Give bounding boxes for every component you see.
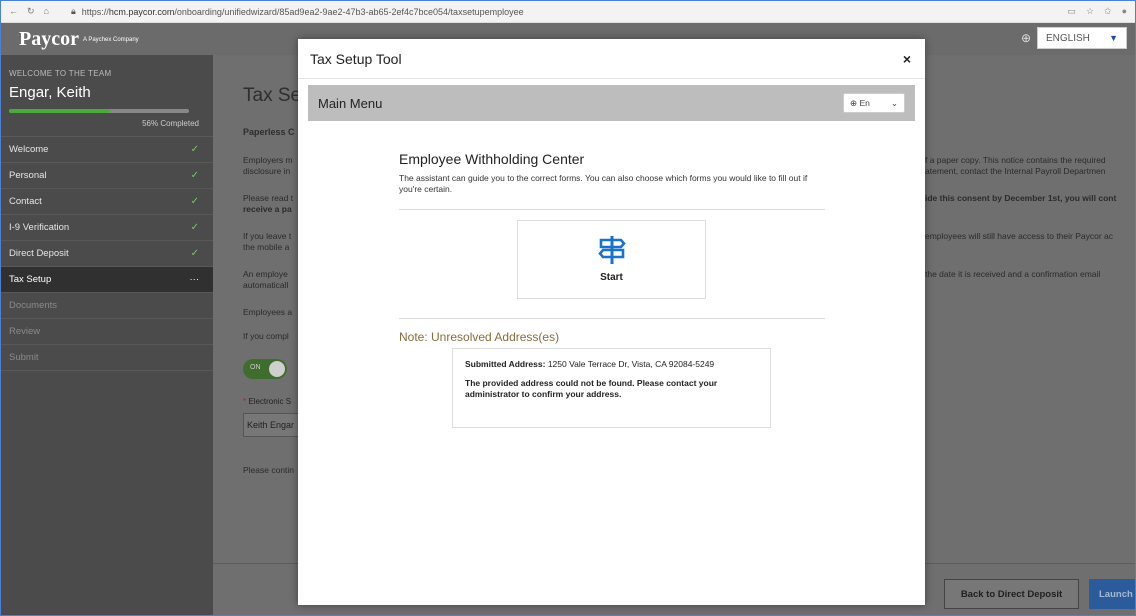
- caret-down-icon: ▼: [1109, 33, 1118, 43]
- welcome-label: WELCOME TO THE TEAM: [9, 69, 112, 78]
- divider: [399, 209, 825, 210]
- address-bar[interactable]: 🔒︎ https://hcm.paycor.com/onboarding/uni…: [71, 6, 524, 17]
- esig-label: * Electronic S: [243, 397, 292, 406]
- start-label: Start: [600, 272, 623, 283]
- checkmark-icon: ✓: [190, 170, 199, 181]
- sidebar-item-direct-deposit[interactable]: Direct Deposit ✓: [1, 241, 213, 267]
- start-button[interactable]: Start: [517, 220, 706, 299]
- unresolved-address-note: Note: Unresolved Address(es): [399, 330, 560, 344]
- lock-icon: 🔒︎: [71, 6, 76, 16]
- sidebar-item-submit[interactable]: Submit: [1, 345, 213, 371]
- paragraph-4: An employe automaticall: [243, 269, 289, 290]
- sidebar-item-i-9-verification[interactable]: I-9 Verification ✓: [1, 215, 213, 241]
- globe-icon: ⊕: [850, 97, 858, 108]
- progress-label: 56% Completed: [142, 119, 199, 128]
- language-value: ENGLISH: [1046, 32, 1090, 44]
- checkmark-icon: ✓: [190, 144, 199, 155]
- browser-bar: ← ↻ ⌂ 🔒︎ https://hcm.paycor.com/onboardi…: [1, 1, 1135, 23]
- paycor-logo: Paycor A Paychex Company: [19, 27, 139, 50]
- employee-name: Engar, Keith: [9, 84, 91, 101]
- chevron-down-icon: ⌄: [890, 97, 898, 108]
- back-to-direct-deposit-button[interactable]: Back to Direct Deposit: [944, 579, 1079, 609]
- sidebar-item-label: I-9 Verification: [9, 222, 70, 233]
- sidebar-item-contact[interactable]: Contact ✓: [1, 189, 213, 215]
- divider: [399, 318, 825, 319]
- screen: ← ↻ ⌂ 🔒︎ https://hcm.paycor.com/onboardi…: [0, 0, 1136, 616]
- paragraph-2-right: ide this consent by December 1st, you wi…: [925, 193, 1117, 203]
- modal-header: Tax Setup Tool ×: [298, 39, 925, 79]
- sidebar-item-label: Review: [9, 326, 41, 337]
- section-heading: Paperless C: [243, 127, 295, 137]
- withholding-center-title: Employee Withholding Center: [399, 151, 585, 167]
- paragraph-5: Employees a: [243, 307, 293, 317]
- profile-icon[interactable]: ●: [1122, 6, 1127, 17]
- step-menu: Welcome ✓ Personal ✓ Contact ✓ I-9 Verificatio…: [1, 136, 213, 371]
- paragraph-3-right: employees will still have access to thei…: [925, 231, 1114, 241]
- address-card: Submitted Address: 1250 Vale Terrace Dr,…: [452, 348, 771, 428]
- main-menu-title: Main Menu: [318, 95, 383, 111]
- browser-actions: ▭ ☆ ✩ ●: [1067, 6, 1135, 17]
- more-icon: ···: [189, 274, 200, 285]
- checkmark-icon: ✓: [190, 222, 199, 233]
- toggle-label: ON: [250, 364, 261, 371]
- paragraph-3: If you leave t the mobile a: [243, 231, 292, 252]
- sidebar-item-label: Tax Setup: [9, 274, 52, 285]
- progress-fill: [9, 109, 110, 113]
- modal-language-value: En: [859, 97, 870, 108]
- reload-icon[interactable]: ↻: [27, 6, 35, 17]
- sidebar-item-documents[interactable]: Documents: [1, 293, 213, 319]
- sidebar-item-welcome[interactable]: Welcome ✓: [1, 137, 213, 163]
- browser-nav: ← ↻ ⌂: [1, 6, 71, 17]
- favorite-star-icon[interactable]: ☆: [1086, 6, 1094, 17]
- paragraph-1-right: f a paper copy. This notice contains the…: [925, 155, 1106, 176]
- sidebar-item-label: Contact: [9, 196, 42, 207]
- paragraph-4-right: the date it is received and a confirmati…: [925, 269, 1101, 279]
- modal-title: Tax Setup Tool: [310, 50, 402, 67]
- withholding-center: Employee Withholding Center The assistan…: [399, 151, 825, 195]
- progress-bar: [9, 109, 189, 113]
- main-menu-bar: Main Menu ⊕ En ⌄: [308, 85, 915, 121]
- page-title: Tax Se: [243, 85, 302, 106]
- paragraph-1: Employers m disclosure in: [243, 155, 293, 176]
- favorites-icon[interactable]: ✩: [1104, 6, 1112, 17]
- signpost-icon: [597, 236, 626, 264]
- submitted-address: Submitted Address: 1250 Vale Terrace Dr,…: [465, 359, 715, 369]
- url-prefix: https://: [81, 6, 109, 17]
- sidebar-item-personal[interactable]: Personal ✓: [1, 163, 213, 189]
- toggle-knob: [269, 361, 285, 377]
- home-icon[interactable]: ⌂: [44, 6, 49, 17]
- sidebar-item-tax-setup[interactable]: Tax Setup ···: [1, 267, 213, 293]
- address-warning: The provided address could not be found.…: [465, 378, 718, 399]
- continue-text: Please contin: [243, 465, 295, 475]
- back-arrow-icon[interactable]: ←: [9, 6, 18, 17]
- sidebar-item-label: Documents: [9, 300, 58, 311]
- language-select[interactable]: ENGLISH ▼: [1037, 27, 1127, 49]
- modal-language-select[interactable]: ⊕ En ⌄: [843, 93, 905, 113]
- checkmark-icon: ✓: [190, 248, 199, 259]
- url-host: hcm.paycor.com: [108, 6, 175, 17]
- globe-icon: ⊕: [1020, 31, 1031, 45]
- url-path: /onboarding/unifiedwizard/85ad9ea2-9ae2-…: [174, 6, 524, 17]
- close-icon[interactable]: ×: [903, 51, 911, 67]
- withholding-center-description: The assistant can guide you to the corre…: [399, 173, 808, 194]
- sidebar-item-label: Submit: [9, 352, 39, 363]
- paragraph-2: Please read t receive a pa: [243, 193, 294, 214]
- sidebar-item-review[interactable]: Review: [1, 319, 213, 345]
- consent-toggle[interactable]: ON: [243, 359, 287, 379]
- launch-button[interactable]: Launch: [1089, 579, 1135, 609]
- split-view-icon[interactable]: ▭: [1067, 6, 1076, 17]
- tax-setup-modal: Tax Setup Tool × Main Menu ⊕ En ⌄ Employ…: [298, 39, 925, 605]
- language-picker: ⊕ ENGLISH ▼: [1021, 27, 1127, 49]
- paragraph-6: If you compl: [243, 331, 289, 341]
- sidebar: WELCOME TO THE TEAM Engar, Keith 56% Com…: [1, 55, 213, 615]
- sidebar-item-label: Direct Deposit: [9, 248, 69, 259]
- sidebar-item-label: Personal: [9, 170, 47, 181]
- checkmark-icon: ✓: [190, 196, 199, 207]
- sidebar-item-label: Welcome: [9, 144, 49, 155]
